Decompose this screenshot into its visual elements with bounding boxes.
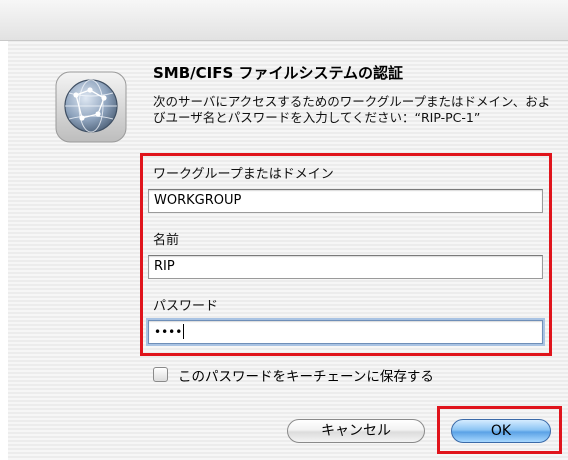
cancel-button[interactable]: キャンセル [287,419,425,443]
window-title-bar [0,0,568,41]
name-label: 名前 [153,233,180,248]
name-field[interactable]: RIP [148,255,543,279]
dialog-title: SMB/CIFS ファイルシステムの認証 [153,64,404,82]
password-mask: •••• [154,325,183,339]
workgroup-field[interactable]: WORKGROUP [148,189,543,213]
password-label: パスワード [153,299,219,314]
text-caret [183,324,185,339]
save-to-keychain-checkbox[interactable] [153,367,168,382]
dialog-description: 次のサーバにアクセスするためのワークグループまたはドメイン、およびユーザ名とパス… [153,94,551,125]
ok-button[interactable]: OK [451,419,551,443]
workgroup-label: ワークグループまたはドメイン [153,167,334,182]
password-field[interactable]: •••• [148,320,543,344]
network-globe-icon [55,71,127,143]
save-to-keychain-label[interactable]: このパスワードをキーチェーンに保存する [178,365,434,385]
